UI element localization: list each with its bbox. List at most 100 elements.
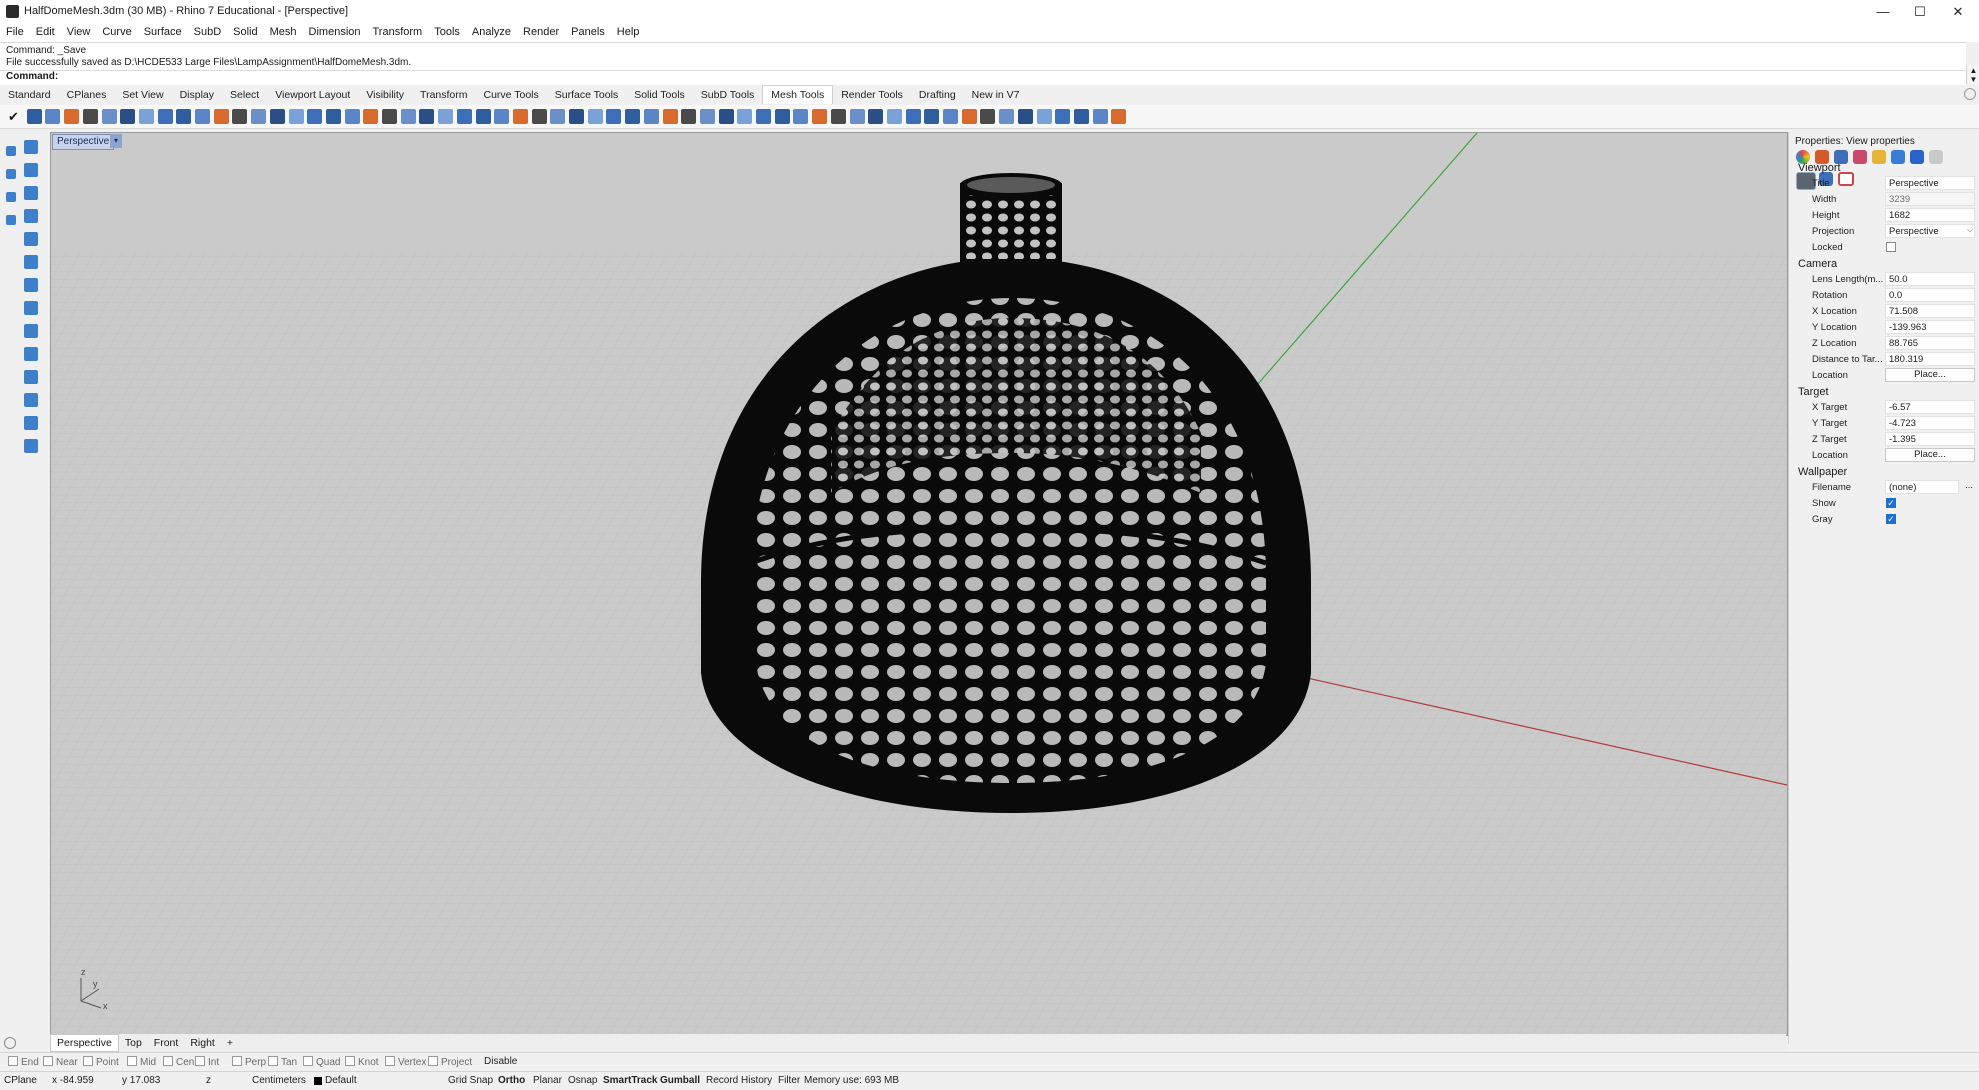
mesh-cone-icon[interactable]: [699, 109, 715, 124]
status-layer[interactable]: Default: [325, 1075, 357, 1086]
osnap-point[interactable]: Point: [83, 1056, 119, 1068]
mesh-sphere-icon[interactable]: [718, 109, 734, 124]
mesh-cylinder-icon[interactable]: [980, 109, 996, 124]
command-line[interactable]: Command:: [0, 70, 1966, 84]
mesh-box-icon[interactable]: [24, 439, 38, 453]
tab-set-view[interactable]: Set View: [114, 85, 171, 105]
grid-snap-toggle[interactable]: Grid Snap: [448, 1075, 493, 1086]
mesh-plane-icon[interactable]: [961, 109, 977, 124]
check-icon[interactable]: [905, 109, 921, 124]
mesh-extract-icon[interactable]: [24, 370, 38, 384]
menu-help[interactable]: Help: [611, 23, 646, 42]
flyout-tool-icon[interactable]: [6, 146, 16, 156]
osnap-mid[interactable]: Mid: [127, 1056, 156, 1068]
osnap-perp[interactable]: Perp: [232, 1056, 266, 1068]
mesh-torus-icon[interactable]: [1036, 109, 1052, 124]
osnap-quad[interactable]: Quad: [303, 1056, 340, 1068]
z-target-field[interactable]: -1.395: [1885, 432, 1975, 446]
osnap-tan[interactable]: Tan: [268, 1056, 297, 1068]
mesh-cylinder-icon[interactable]: [232, 109, 248, 124]
menu-mesh[interactable]: Mesh: [264, 23, 303, 42]
osnap-checkbox[interactable]: [345, 1056, 355, 1066]
mesh-icon[interactable]: [924, 109, 940, 124]
check-icon[interactable]: [606, 109, 622, 124]
mesh-torus-icon[interactable]: [587, 109, 603, 124]
tab-curve-tools[interactable]: Curve Tools: [476, 85, 547, 105]
viewport-settings-gear-icon[interactable]: [4, 1037, 16, 1049]
more-icon[interactable]: [1929, 150, 1943, 164]
tab-mesh-tools[interactable]: Mesh Tools: [762, 85, 834, 104]
mesh-cone-icon[interactable]: [24, 209, 38, 223]
osnap-checkbox[interactable]: [428, 1056, 438, 1066]
osnap-checkbox[interactable]: [303, 1056, 313, 1066]
mesh-icon[interactable]: [26, 109, 42, 124]
mesh-icon[interactable]: [1073, 109, 1089, 124]
smarttrack-toggle[interactable]: SmartTrack: [603, 1075, 657, 1086]
osnap-checkbox[interactable]: [232, 1056, 242, 1066]
wallpaper-gray-checkbox[interactable]: ✓: [1886, 514, 1896, 524]
osnap-cen[interactable]: Cen: [163, 1056, 194, 1068]
mesh-sphere-icon[interactable]: [569, 109, 584, 124]
mesh-cone-icon[interactable]: [849, 109, 865, 124]
mesh-box-icon[interactable]: [1092, 109, 1108, 124]
tab-render-tools[interactable]: Render Tools: [833, 85, 911, 105]
ortho-toggle[interactable]: Ortho: [498, 1075, 525, 1086]
mesh-icon[interactable]: [774, 109, 790, 124]
close-button[interactable]: ✕: [1935, 0, 1979, 23]
viewport-tab-top[interactable]: Top: [119, 1034, 148, 1052]
tab-subd-tools[interactable]: SubD Tools: [693, 85, 763, 105]
decal-icon[interactable]: [1853, 150, 1867, 164]
mesh-plane-icon[interactable]: [1111, 109, 1127, 124]
mesh-box-icon[interactable]: [943, 109, 958, 124]
mesh-plane-icon[interactable]: [812, 109, 828, 124]
menu-render[interactable]: Render: [517, 23, 565, 42]
viewport-title-label[interactable]: Perspective: [52, 134, 115, 150]
menu-transform[interactable]: Transform: [367, 23, 429, 42]
check-icon[interactable]: [456, 109, 472, 124]
tab-surface-tools[interactable]: Surface Tools: [547, 85, 626, 105]
check-icon[interactable]: [307, 109, 323, 124]
mesh-plane-icon[interactable]: [213, 109, 229, 124]
tab-solid-tools[interactable]: Solid Tools: [626, 85, 693, 105]
y-target-field[interactable]: -4.723: [1885, 416, 1975, 430]
check-icon[interactable]: ✔: [8, 109, 23, 124]
menu-edit[interactable]: Edit: [30, 23, 61, 42]
mesh-cylinder-icon[interactable]: [681, 109, 697, 124]
tab-select[interactable]: Select: [222, 85, 267, 105]
mesh-cone-icon[interactable]: [400, 109, 416, 124]
projection-dropdown[interactable]: Perspective: [1885, 224, 1975, 238]
planar-toggle[interactable]: Planar: [533, 1075, 562, 1086]
mesh-cone-icon[interactable]: [251, 109, 267, 124]
mesh-polyline-icon[interactable]: [24, 347, 38, 361]
add-viewport-tab-button[interactable]: +: [221, 1034, 239, 1052]
mesh-plane-icon[interactable]: [64, 109, 80, 124]
mesh-torus-icon[interactable]: [138, 109, 154, 124]
tab-viewport-layout[interactable]: Viewport Layout: [267, 85, 358, 105]
osnap-disable[interactable]: Disable: [484, 1056, 517, 1067]
viewport-tab-right[interactable]: Right: [184, 1034, 221, 1052]
filter-toggle[interactable]: Filter: [778, 1075, 800, 1086]
folder-icon[interactable]: [1872, 150, 1886, 164]
x-target-field[interactable]: -6.57: [1885, 400, 1975, 414]
mesh-cylinder-icon[interactable]: [830, 109, 846, 124]
check-icon[interactable]: [1055, 109, 1071, 124]
display-mode-icon[interactable]: [1838, 172, 1854, 186]
viewport-height-field[interactable]: 1682: [1885, 208, 1975, 222]
menu-solid[interactable]: Solid: [227, 23, 263, 42]
osnap-toggle[interactable]: Osnap: [568, 1075, 597, 1086]
tab-cplanes[interactable]: CPlanes: [59, 85, 115, 105]
check-icon[interactable]: [756, 109, 771, 124]
z-location-field[interactable]: 88.765: [1885, 336, 1975, 350]
mesh-box-icon[interactable]: [643, 109, 659, 124]
osnap-checkbox[interactable]: [268, 1056, 278, 1066]
mesh-torus-icon[interactable]: [24, 278, 38, 292]
tab-drafting[interactable]: Drafting: [911, 85, 964, 105]
mesh-cylinder-icon[interactable]: [82, 109, 98, 124]
mesh-icon[interactable]: [625, 109, 641, 124]
mesh-cone-icon[interactable]: [999, 109, 1015, 124]
osnap-checkbox[interactable]: [195, 1056, 205, 1066]
mesh-box-icon[interactable]: [793, 109, 809, 124]
mesh-icon[interactable]: [325, 109, 341, 124]
tab-visibility[interactable]: Visibility: [358, 85, 412, 105]
mesh-torus-icon[interactable]: [288, 109, 304, 124]
